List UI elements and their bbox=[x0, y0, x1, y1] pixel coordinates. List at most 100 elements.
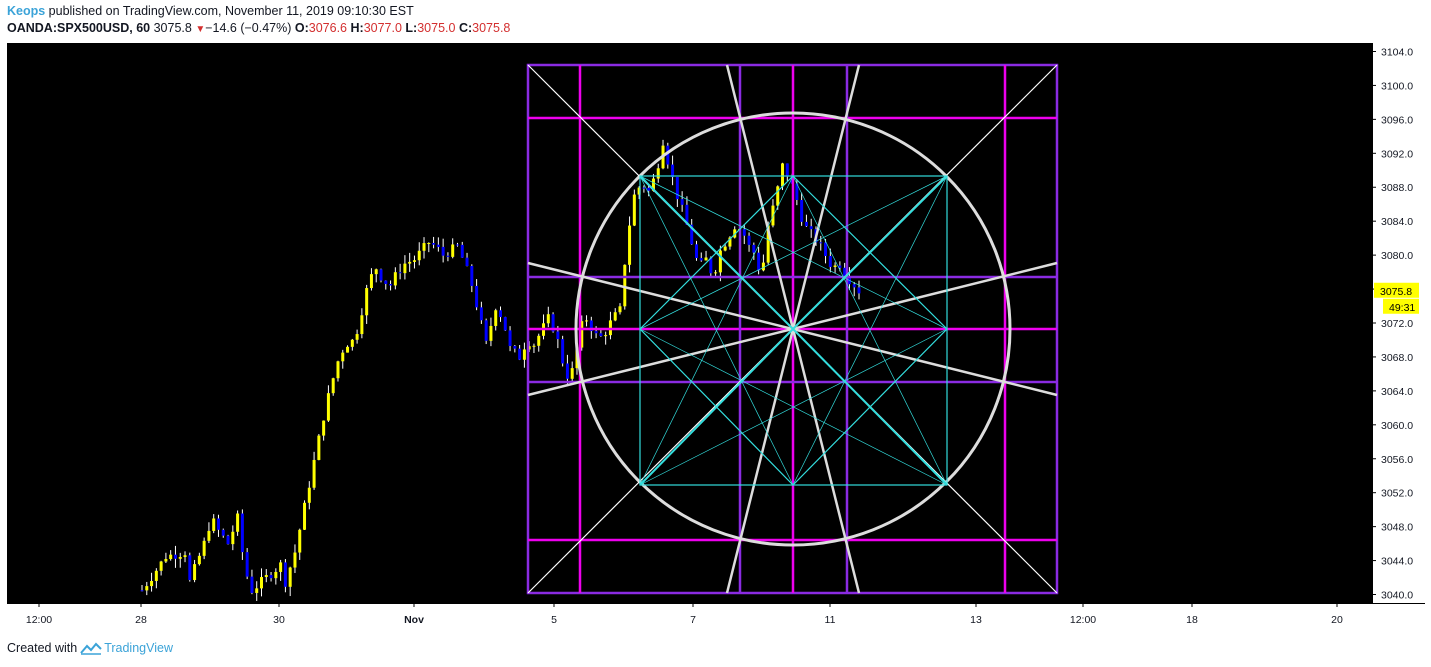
time-tick-label: Nov bbox=[404, 614, 424, 626]
candle-body bbox=[556, 331, 560, 340]
candle-body bbox=[623, 264, 627, 307]
candle-body bbox=[675, 177, 679, 200]
candle-body bbox=[427, 243, 431, 245]
candle-body bbox=[341, 352, 345, 362]
candle-body bbox=[656, 168, 660, 179]
published-text: published on TradingView.com, November 1… bbox=[45, 4, 414, 18]
candle-body bbox=[455, 244, 459, 246]
candle-body bbox=[255, 588, 259, 593]
candle-body bbox=[412, 260, 416, 262]
candle-body bbox=[307, 487, 311, 503]
price-tick-label: 3040.0 bbox=[1381, 590, 1413, 602]
current-price-label: 3075.8 bbox=[1380, 286, 1412, 298]
candle-body bbox=[761, 262, 765, 271]
tradingview-link[interactable]: TradingView bbox=[80, 641, 173, 655]
candle-body bbox=[465, 257, 469, 266]
candle-body bbox=[159, 561, 163, 571]
candle-body bbox=[197, 555, 201, 565]
author-name[interactable]: Keops bbox=[7, 4, 45, 18]
candle-body bbox=[714, 272, 718, 274]
candle-body bbox=[489, 325, 493, 341]
time-tick-label: 30 bbox=[273, 614, 285, 626]
candle-body bbox=[694, 244, 698, 259]
candle-body bbox=[164, 559, 168, 562]
candle-body bbox=[393, 272, 397, 286]
candle-body bbox=[212, 518, 216, 531]
open-key: O: bbox=[294, 21, 309, 35]
candle-body bbox=[403, 263, 407, 274]
low-value: 3075.0 bbox=[417, 21, 456, 35]
candle-body bbox=[360, 315, 364, 335]
publish-header: Keops published on TradingView.com, Nove… bbox=[7, 4, 414, 18]
candle-body bbox=[331, 378, 335, 394]
candle-body bbox=[221, 529, 225, 536]
price-tick-label: 3060.0 bbox=[1381, 420, 1413, 432]
candle-body bbox=[699, 258, 703, 261]
geometry-overlay bbox=[526, 63, 1059, 595]
candle-body bbox=[680, 199, 684, 205]
candle-body bbox=[245, 552, 249, 577]
last-price: 3075.8 bbox=[153, 21, 192, 35]
candle-body bbox=[408, 261, 412, 264]
candle-body bbox=[178, 557, 182, 559]
candle-body bbox=[604, 335, 608, 337]
candle-body bbox=[599, 333, 603, 337]
candle-body bbox=[346, 346, 350, 353]
footer: Created with TradingView bbox=[7, 641, 173, 655]
candle-body bbox=[312, 459, 316, 488]
candle-body bbox=[326, 393, 330, 421]
candle-body bbox=[804, 221, 808, 227]
price-tick-label: 3052.0 bbox=[1381, 488, 1413, 500]
price-tick-label: 3072.0 bbox=[1381, 318, 1413, 330]
candle-body bbox=[183, 555, 187, 558]
candle-body bbox=[546, 314, 550, 324]
candle-body bbox=[231, 531, 235, 545]
candle-body bbox=[417, 250, 421, 261]
candle-body bbox=[264, 575, 268, 578]
candle-body bbox=[384, 280, 388, 284]
candle-body bbox=[513, 345, 517, 349]
candle-body bbox=[145, 586, 149, 591]
candle-body bbox=[432, 243, 436, 245]
time-tick-label: 5 bbox=[551, 614, 557, 626]
candle-body bbox=[594, 331, 598, 334]
candle-body bbox=[303, 502, 307, 530]
symbol-label: OANDA:SPX500USD, 60 bbox=[7, 21, 151, 35]
candle-body bbox=[561, 339, 565, 364]
candle-body bbox=[781, 163, 785, 187]
price-chart[interactable]: 3104.0 3100.0 3096.0 3092.0 3088.0 3084.0 3080… bbox=[7, 43, 1425, 632]
candle-body bbox=[169, 554, 173, 560]
candle-body bbox=[776, 186, 780, 206]
tradingview-logo-icon bbox=[80, 642, 102, 655]
candle-body bbox=[207, 530, 211, 541]
candle-body bbox=[857, 287, 861, 294]
time-tick-label: 28 bbox=[135, 614, 147, 626]
candle-body bbox=[819, 242, 823, 244]
candle-body bbox=[236, 513, 240, 532]
candle-body bbox=[565, 363, 569, 379]
price-tick-label: 3100.0 bbox=[1381, 80, 1413, 92]
candle-body bbox=[446, 255, 450, 257]
price-tick-label: 3088.0 bbox=[1381, 182, 1413, 194]
candle-body bbox=[800, 200, 804, 222]
candle-body bbox=[809, 226, 813, 230]
close-key: C: bbox=[458, 21, 473, 35]
low-key: L: bbox=[405, 21, 418, 35]
candle-body bbox=[671, 164, 675, 178]
candle-body bbox=[718, 250, 722, 273]
candle-body bbox=[475, 285, 479, 308]
price-tick-label: 3080.0 bbox=[1381, 250, 1413, 262]
candle-body bbox=[226, 535, 230, 545]
candle-body bbox=[140, 590, 144, 592]
candle-body bbox=[293, 552, 297, 568]
candle-body bbox=[503, 317, 507, 331]
candle-body bbox=[288, 567, 292, 587]
time-tick-label: 12:00 bbox=[1070, 614, 1096, 626]
candle-body bbox=[422, 243, 426, 251]
candle-body bbox=[833, 265, 837, 267]
candle-body bbox=[499, 310, 502, 318]
candle-body bbox=[451, 244, 455, 257]
candle-body bbox=[470, 265, 474, 286]
time-tick-label: 18 bbox=[1186, 614, 1198, 626]
candle-body bbox=[374, 269, 378, 275]
